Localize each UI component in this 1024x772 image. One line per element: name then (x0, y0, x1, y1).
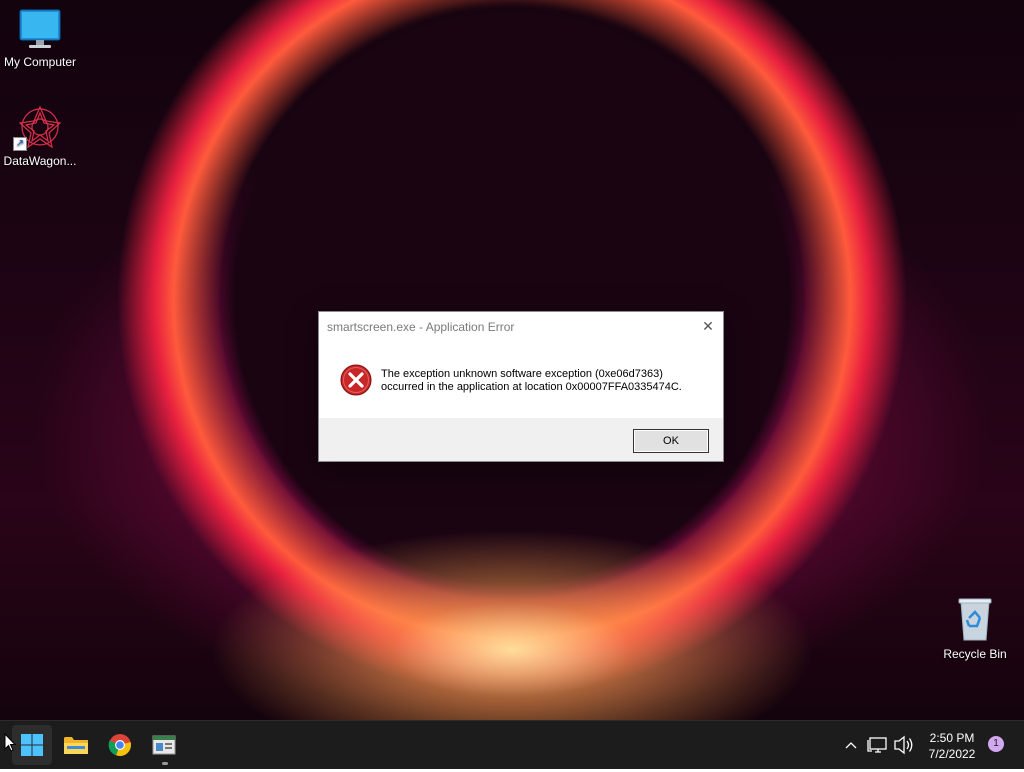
ok-button[interactable]: OK (633, 429, 709, 453)
windows-start-icon (21, 734, 43, 756)
chevron-up-icon (845, 742, 857, 749)
taskbar-clock[interactable]: 2:50 PM 7/2/2022 (920, 730, 984, 762)
error-message: The exception unknown software exception… (381, 368, 711, 394)
dialog-footer: OK (319, 418, 723, 461)
desktop-icon-my-computer[interactable]: My Computer (0, 8, 80, 69)
error-message-line-1: The exception unknown software exception… (381, 368, 663, 380)
clock-date: 7/2/2022 (928, 747, 976, 761)
show-hidden-icons-button[interactable] (840, 721, 862, 769)
desktop-icon-recycle-bin[interactable]: Recycle Bin (935, 596, 1015, 661)
shortcut-arrow-icon: ↗ (13, 137, 27, 151)
dialog-body: The exception unknown software exception… (319, 344, 723, 418)
notification-badge[interactable]: 1 (988, 736, 1004, 752)
taskbar-file-explorer[interactable] (56, 725, 96, 765)
running-app-indicator (162, 762, 168, 765)
volume-button[interactable] (892, 721, 916, 769)
speaker-icon (894, 735, 913, 755)
folder-icon (64, 737, 88, 754)
app-window-icon (152, 735, 176, 755)
chrome-icon (108, 734, 131, 757)
network-button[interactable] (866, 721, 890, 769)
recycle-bin-icon (958, 598, 992, 641)
network-icon (867, 737, 887, 753)
desktop-icon-datawagon[interactable]: ↗ DataWagon... (0, 105, 80, 168)
monitor-icon (19, 9, 61, 48)
clock-time: 2:50 PM (929, 731, 975, 745)
error-message-line-2: occurred in the application at location … (381, 381, 682, 393)
desktop-icon-label: Recycle Bin (943, 647, 1007, 661)
taskbar-app-window[interactable] (144, 725, 184, 765)
start-button[interactable] (12, 725, 52, 765)
close-icon[interactable]: ✕ (699, 317, 717, 335)
desktop-icon-label: My Computer (3, 55, 77, 69)
dialog-title: smartscreen.exe - Application Error (327, 320, 515, 334)
application-error-dialog: smartscreen.exe - Application Error ✕ Th… (318, 311, 724, 462)
mouse-cursor-icon (4, 733, 16, 752)
desktop-icon-label: DataWagon... (3, 154, 77, 168)
taskbar: 2:50 PM 7/2/2022 (0, 720, 1024, 769)
error-icon (340, 364, 372, 396)
taskbar-chrome[interactable] (100, 725, 140, 765)
